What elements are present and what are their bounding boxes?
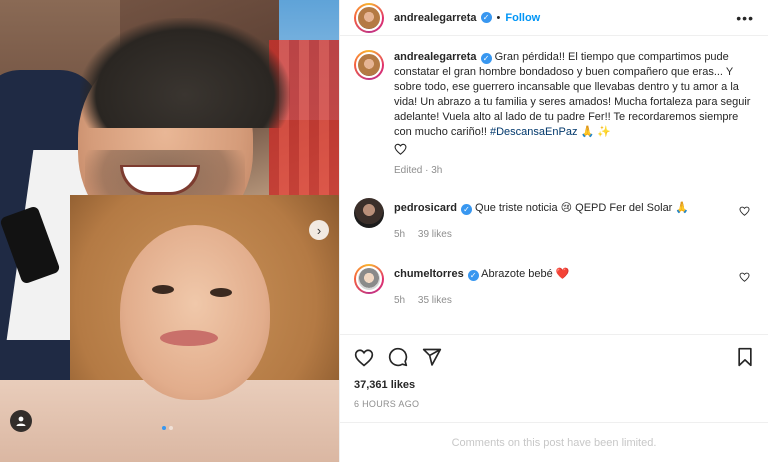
like-button[interactable] — [354, 348, 374, 367]
caption-author-avatar[interactable] — [354, 50, 384, 80]
verified-badge-icon: ✓ — [467, 270, 479, 281]
heart-outline-icon[interactable] — [739, 272, 750, 282]
heart-outline-icon[interactable] — [394, 143, 407, 155]
tagged-users-button[interactable] — [10, 410, 32, 432]
verified-badge-icon: ✓ — [460, 204, 472, 215]
comment-username[interactable]: pedrosicard — [394, 202, 457, 214]
heart-icon — [354, 348, 374, 366]
comment-likes[interactable]: 39 likes — [418, 229, 452, 240]
verified-badge-icon: ✓ — [480, 53, 492, 64]
comment-meta: 5h 39 likes — [394, 227, 689, 242]
post-header: andrealegarreta ✓ • Follow ••• — [340, 0, 768, 36]
commenter-avatar[interactable] — [354, 198, 384, 228]
action-icons — [354, 347, 754, 367]
caption-meta: Edited · 3h — [394, 165, 443, 176]
post-actions: 37,361 likes 6 HOURS AGO — [340, 334, 768, 409]
save-button[interactable] — [736, 347, 754, 367]
post-side-panel: andrealegarreta ✓ • Follow ••• andrealeg… — [339, 0, 768, 462]
likes-count[interactable]: 37,361 likes — [354, 379, 754, 391]
post-photo[interactable]: › — [0, 0, 339, 462]
caption-row: andrealegarreta ✓ Gran pérdida!! El tiemp… — [354, 50, 754, 155]
post-time-ago[interactable]: 6 HOURS AGO — [354, 399, 754, 409]
comment-item: chumeltorres ✓ Abrazote bebé ❤️ 5h 35 lik… — [354, 264, 754, 308]
carousel-dot-active — [162, 426, 166, 430]
comment-username[interactable]: chumeltorres — [394, 268, 464, 280]
share-button[interactable] — [422, 347, 442, 367]
woman-eye-right — [210, 288, 232, 297]
more-options-button[interactable]: ••• — [736, 10, 754, 26]
comments-scroll-area[interactable]: andrealegarreta ✓ Gran pérdida!! El tiemp… — [340, 36, 768, 334]
comment-bubble-icon — [388, 347, 408, 367]
comments-limited-notice: Comments on this post have been limited. — [340, 422, 768, 462]
follow-button[interactable]: Follow — [505, 12, 540, 24]
verified-badge-icon: ✓ — [480, 12, 492, 23]
comment-text: Que triste noticia 😢 QEPD Fer del Solar … — [475, 202, 690, 214]
separator-dot: • — [496, 11, 501, 24]
chevron-right-icon: › — [316, 222, 322, 238]
caption-text: Gran pérdida!! El tiempo que compartimos… — [394, 51, 751, 138]
caption-username[interactable]: andrealegarreta — [394, 51, 477, 63]
comment-button[interactable] — [388, 347, 408, 367]
caption-hashtag[interactable]: #DescansaEnPaz — [490, 126, 577, 138]
comment-likes[interactable]: 35 likes — [418, 295, 452, 306]
woman-eye-left — [152, 285, 174, 294]
caption-emoji: 🙏 ✨ — [577, 126, 611, 138]
man-hair — [80, 18, 290, 128]
carousel-next-button[interactable]: › — [309, 220, 329, 240]
carousel-dot — [169, 426, 173, 430]
author-avatar[interactable] — [354, 2, 384, 33]
user-icon — [16, 416, 26, 426]
woman-lips — [160, 330, 218, 346]
commenter-avatar[interactable] — [354, 264, 384, 294]
instagram-post-view: › andrealegarreta ✓ • Follow ••• andreal… — [0, 0, 768, 462]
woman-face — [120, 225, 270, 400]
carousel-indicator — [162, 426, 173, 430]
comment-time: 5h — [394, 295, 406, 306]
paper-plane-icon — [422, 348, 442, 366]
comment-item: pedrosicard ✓ Que triste noticia 😢 QEPD F… — [354, 198, 754, 242]
comment-body: pedrosicard ✓ Que triste noticia 😢 QEPD F… — [394, 201, 689, 242]
comment-body: chumeltorres ✓ Abrazote bebé ❤️ 5h 35 lik… — [394, 267, 569, 308]
comment-meta: 5h 35 likes — [394, 293, 569, 308]
heart-outline-icon[interactable] — [739, 206, 750, 216]
comment-time: 5h — [394, 229, 406, 240]
bookmark-icon — [738, 347, 752, 367]
comment-text: Abrazote bebé ❤️ — [481, 268, 570, 280]
caption: andrealegarreta ✓ Gran pérdida!! El tiemp… — [394, 50, 754, 155]
author-username[interactable]: andrealegarreta — [394, 12, 477, 24]
